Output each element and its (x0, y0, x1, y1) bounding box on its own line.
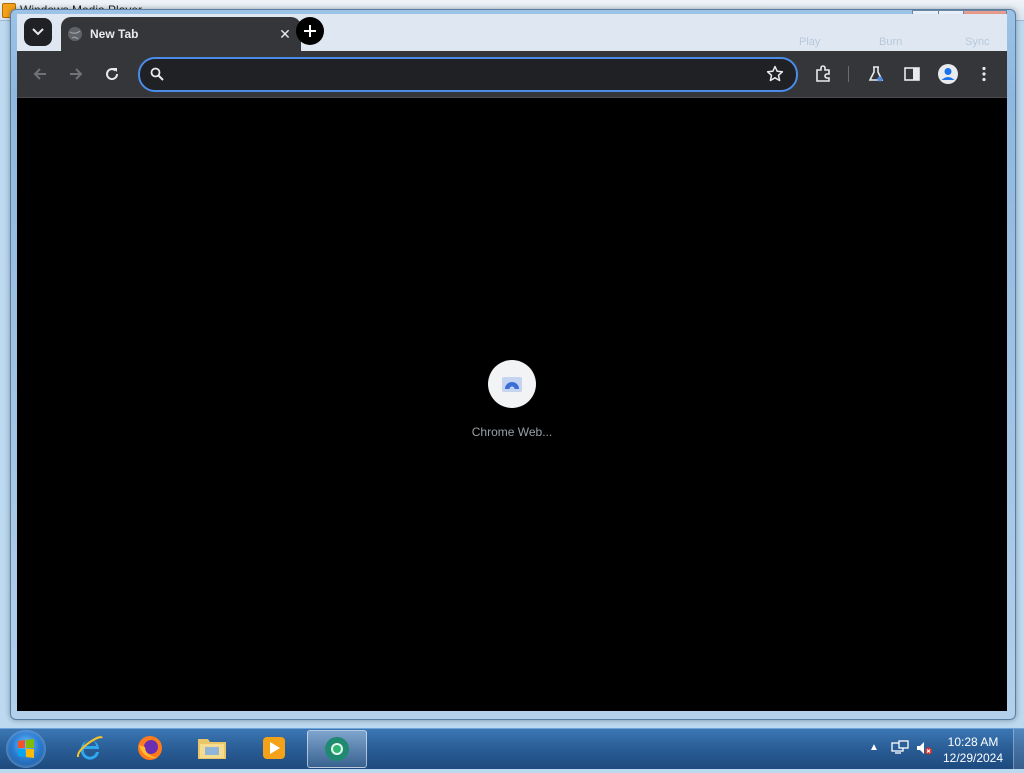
file-explorer-icon (198, 739, 226, 759)
internet-explorer-icon (76, 736, 103, 760)
taskbar-file-explorer[interactable] (183, 730, 241, 766)
tab-strip: New Tab ✕ Play Burn Sync (17, 14, 1007, 52)
labs-button[interactable] (865, 63, 887, 85)
tab-title: New Tab (90, 27, 139, 41)
taskbar-internet-explorer[interactable] (61, 730, 119, 766)
profile-avatar-icon (938, 64, 958, 84)
windows-logo-icon (18, 739, 34, 758)
more-vert-icon (982, 66, 986, 82)
network-icon[interactable] (891, 740, 909, 756)
faint-menu-sync: Sync (965, 36, 990, 48)
toolbar-separator (848, 66, 849, 82)
forward-button[interactable] (65, 63, 87, 85)
clock-time: 10:28 AM (947, 735, 999, 749)
extensions-button[interactable] (812, 63, 834, 85)
taskbar: ▲ 10:28 AM 12/29/2024 (0, 728, 1024, 769)
extensions-puzzle-icon (816, 65, 830, 82)
menu-button[interactable] (973, 63, 995, 85)
clock-date: 12/29/2024 (942, 751, 1004, 765)
tab-search-button[interactable] (24, 18, 52, 46)
back-arrow-icon (33, 68, 46, 80)
reload-button[interactable] (101, 63, 123, 85)
shortcut-icon-circle (488, 360, 536, 408)
chrome-icon (325, 737, 349, 761)
chevron-down-icon (32, 28, 44, 36)
shortcut-chrome-web-store[interactable]: Chrome Web... (468, 360, 556, 439)
forward-arrow-icon (70, 68, 83, 80)
globe-icon (68, 27, 82, 41)
address-input[interactable] (172, 63, 756, 87)
faint-menu-burn: Burn (879, 36, 903, 48)
start-button[interactable] (6, 730, 46, 768)
windows-media-player-icon (263, 737, 285, 759)
show-hidden-icons-button[interactable]: ▲ (869, 742, 879, 753)
volume-muted-icon[interactable] (915, 740, 933, 756)
show-desktop-button[interactable] (1013, 729, 1024, 769)
faint-menu-play: Play (799, 36, 821, 48)
tab-new-tab[interactable]: New Tab ✕ (61, 17, 301, 52)
taskbar-chrome[interactable] (307, 730, 367, 768)
system-clock[interactable]: 10:28 AM 12/29/2024 (938, 734, 1008, 766)
new-tab-button[interactable] (296, 17, 324, 45)
new-tab-page: Chrome Web... (17, 98, 1007, 711)
side-panel-button[interactable] (901, 63, 923, 85)
omnibox[interactable] (138, 57, 798, 92)
side-panel-icon (904, 67, 920, 81)
shortcut-label: Chrome Web... (471, 425, 553, 439)
chrome-browser: New Tab ✕ Play Burn Sync Chrome Web... (17, 14, 1007, 711)
bookmark-star-icon[interactable] (766, 65, 784, 83)
taskbar-firefox[interactable] (121, 730, 179, 766)
back-button[interactable] (29, 63, 51, 85)
chrome-web-store-icon (502, 377, 522, 392)
taskbar-windows-media-player[interactable] (245, 730, 303, 766)
reload-icon (106, 68, 119, 81)
profile-button[interactable] (937, 63, 959, 85)
labs-flask-icon (868, 66, 884, 82)
browser-toolbar (17, 51, 1007, 98)
plus-icon (304, 25, 316, 37)
search-icon (150, 67, 164, 81)
firefox-icon (138, 736, 162, 760)
tab-close-icon[interactable]: ✕ (277, 26, 293, 42)
